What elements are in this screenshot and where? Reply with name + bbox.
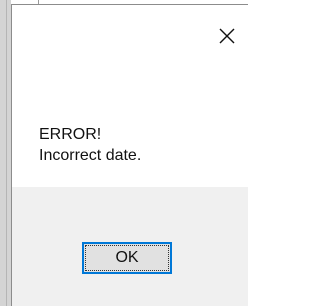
dialog-footer: OK xyxy=(12,187,248,306)
background-window-divider xyxy=(6,0,7,306)
ok-button[interactable]: OK xyxy=(82,242,172,274)
error-dialog: ERROR! Incorrect date. OK xyxy=(11,4,248,306)
error-detail: Incorrect date. xyxy=(39,147,142,164)
screen: ERROR! Incorrect date. OK xyxy=(0,0,248,306)
close-button[interactable] xyxy=(216,25,238,47)
error-message: ERROR! Incorrect date. xyxy=(39,124,141,166)
error-title: ERROR! xyxy=(39,126,102,143)
close-icon xyxy=(219,28,235,44)
